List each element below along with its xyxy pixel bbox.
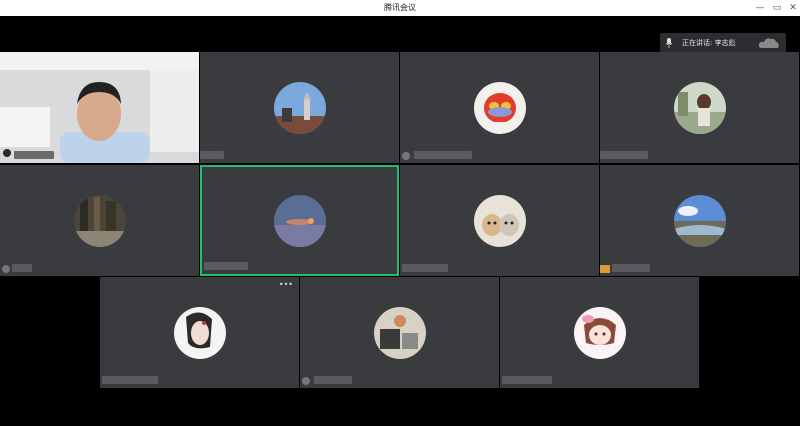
participant-tile-active[interactable] bbox=[200, 165, 399, 276]
participant-tile[interactable] bbox=[0, 165, 199, 276]
close-button[interactable]: ✕ bbox=[787, 2, 799, 14]
participant-avatar-small bbox=[2, 265, 10, 273]
cats-icon bbox=[473, 194, 526, 247]
participant-name-blurred bbox=[502, 376, 552, 384]
participant-name-blurred bbox=[600, 151, 648, 159]
participant-avatar-small bbox=[600, 265, 610, 273]
moon-sky-icon bbox=[273, 194, 326, 247]
anime-girl-icon bbox=[573, 306, 626, 359]
participant-avatar-small bbox=[302, 377, 310, 385]
participant-name-blurred bbox=[402, 264, 448, 272]
participant-name-blurred bbox=[102, 376, 158, 384]
participant-tile[interactable] bbox=[400, 52, 599, 163]
portrait-sketch-icon bbox=[173, 306, 226, 359]
speaking-indicator: 正在讲话: 李志彪 bbox=[660, 33, 786, 53]
photo-icon bbox=[373, 306, 426, 359]
title-bar: 腾讯会议 — ▭ ✕ bbox=[0, 0, 800, 16]
participant-tile-video[interactable] bbox=[0, 52, 199, 163]
forest-icon bbox=[73, 194, 126, 247]
building-icon bbox=[273, 81, 326, 134]
participant-name-blurred bbox=[612, 264, 650, 272]
girl-photo-icon bbox=[673, 81, 726, 134]
mic-icon bbox=[3, 149, 11, 157]
cartoon-icon bbox=[473, 81, 526, 134]
participant-tile[interactable] bbox=[500, 277, 699, 388]
video-feed bbox=[0, 52, 199, 163]
window-title: 腾讯会议 bbox=[384, 3, 416, 12]
participant-name-blurred bbox=[314, 376, 352, 384]
participant-tile[interactable] bbox=[400, 165, 599, 276]
landscape-icon bbox=[673, 194, 726, 247]
cloud-icon bbox=[758, 38, 779, 48]
participant-tile[interactable] bbox=[200, 52, 399, 163]
participant-tile[interactable]: ••• bbox=[100, 277, 299, 388]
participant-tile[interactable] bbox=[600, 52, 799, 163]
participant-tile[interactable] bbox=[600, 165, 799, 276]
participant-name-blurred bbox=[14, 151, 54, 159]
participant-name-blurred bbox=[12, 264, 32, 272]
microphone-icon bbox=[666, 38, 672, 48]
participant-avatar-small bbox=[402, 152, 410, 160]
more-options-icon[interactable]: ••• bbox=[279, 281, 293, 289]
restore-button[interactable]: ▭ bbox=[771, 2, 783, 14]
participant-tile[interactable] bbox=[300, 277, 499, 388]
minimize-button[interactable]: — bbox=[754, 2, 766, 14]
speaking-text: 正在讲话: 李志彪 bbox=[682, 39, 736, 47]
participant-name-blurred bbox=[200, 151, 224, 159]
participant-name-blurred bbox=[414, 151, 472, 159]
participant-name-blurred bbox=[204, 262, 248, 270]
